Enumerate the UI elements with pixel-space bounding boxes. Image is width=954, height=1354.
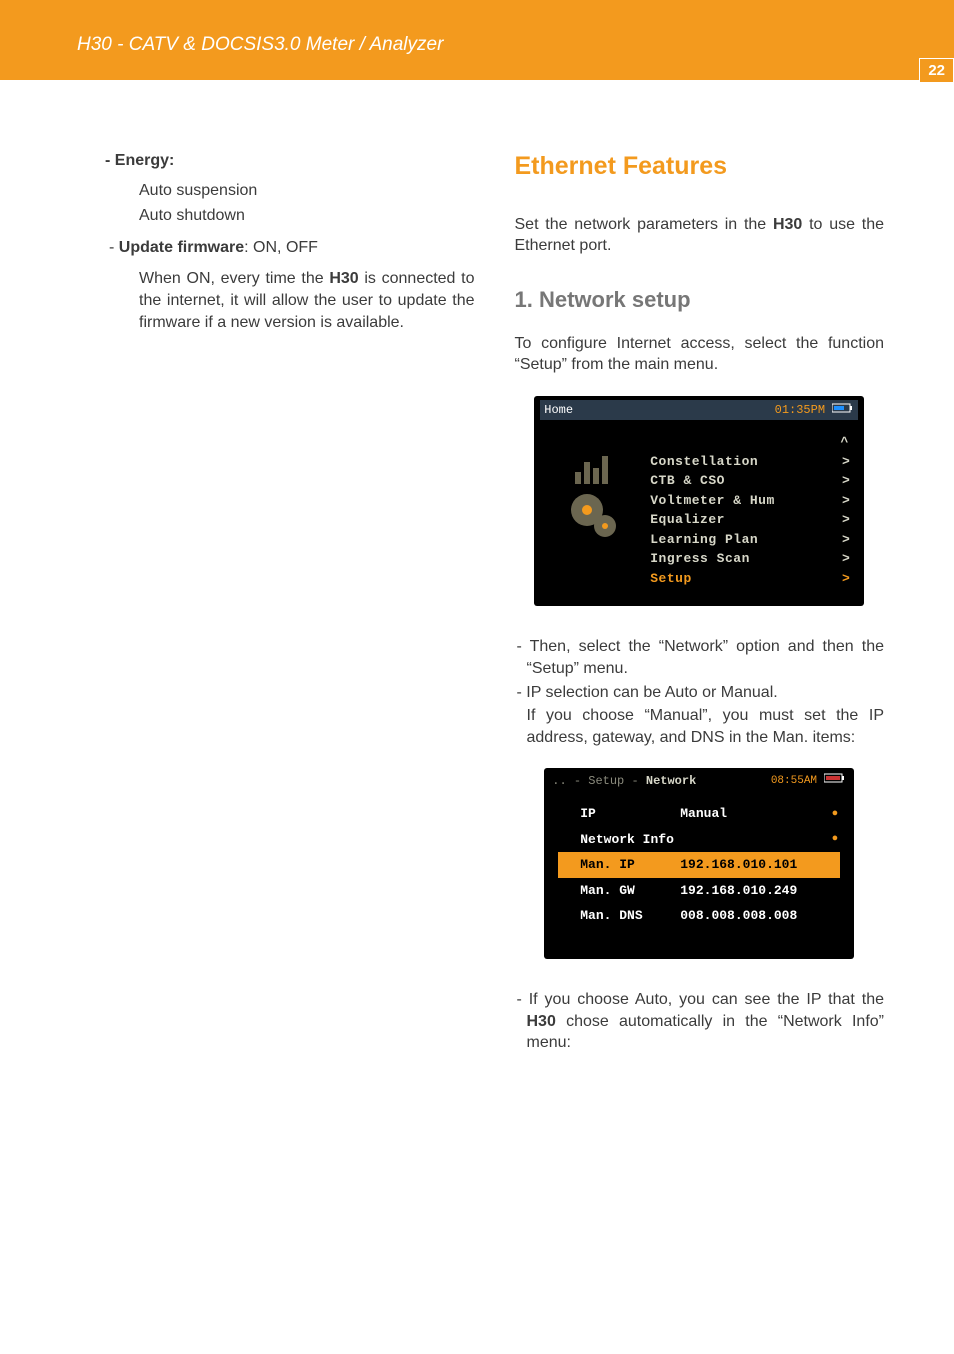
battery-icon xyxy=(832,403,854,413)
intro-bold: H30 xyxy=(773,216,802,233)
selector-dot-icon: ● xyxy=(832,807,839,822)
chevron-right-icon: > xyxy=(842,453,850,471)
status-right: 08:55AM xyxy=(771,772,846,789)
device-screen: Home 01:35PM xyxy=(534,396,864,607)
gear-icon xyxy=(565,488,625,544)
fw-bold: Update firmware xyxy=(119,239,244,256)
fw-desc-bold: H30 xyxy=(329,270,358,287)
setting-label: Man. DNS xyxy=(580,907,680,925)
section-title: Ethernet Features xyxy=(515,150,885,184)
bullet-text: - Then, select the “Network” option and … xyxy=(515,636,885,679)
b3bold: H30 xyxy=(527,1013,556,1030)
breadcrumb-dim: .. - Setup - xyxy=(552,774,646,788)
chevron-right-icon: > xyxy=(842,570,850,588)
header-title: H30 - CATV & DOCSIS3.0 Meter / Analyzer xyxy=(77,34,443,55)
device-menu-item: Voltmeter & Hum > xyxy=(650,491,858,511)
bars-icon xyxy=(571,448,619,488)
device-menu-item: Setup > xyxy=(650,569,858,589)
menu-item-label: Ingress Scan xyxy=(650,550,750,568)
menu-item-label: CTB & CSO xyxy=(650,472,725,490)
device-screenshot-home: Home 01:35PM xyxy=(534,396,864,607)
menu-item-label: Constellation xyxy=(650,453,758,471)
device-status-bar: .. - Setup - Network 08:55AM xyxy=(550,770,848,791)
page-number: 22 xyxy=(919,58,954,83)
setting-label: IP xyxy=(580,805,680,823)
device-screen: .. - Setup - Network 08:55AM IPManual●Ne… xyxy=(544,768,854,959)
energy-heading: - Energy: xyxy=(105,150,475,172)
fw-suffix: : ON, OFF xyxy=(244,239,318,256)
device-status-bar: Home 01:35PM xyxy=(540,400,858,420)
breadcrumb: .. - Setup - Network xyxy=(552,773,696,789)
device-menu-item: Equalizer > xyxy=(650,510,858,530)
content-columns: - Energy: Auto suspension Auto shutdown … xyxy=(0,80,954,1056)
network-setting-row: Man. GW192.168.010.249 xyxy=(550,878,848,904)
energy-item: Auto suspension xyxy=(105,180,475,202)
chevron-right-icon: > xyxy=(842,531,850,549)
device-screenshot-network: .. - Setup - Network 08:55AM IPManual●Ne… xyxy=(544,768,854,959)
menu-item-label: Equalizer xyxy=(650,511,725,529)
device-body: ^ Constellation>CTB & CSO>Voltmeter & Hu… xyxy=(540,420,858,588)
breadcrumb-current: Network xyxy=(646,774,696,788)
subsection-title: 1. Network setup xyxy=(515,285,885,315)
chevron-right-icon: > xyxy=(842,472,850,490)
right-column: Ethernet Features Set the network parame… xyxy=(515,150,885,1056)
b3a: - If you choose Auto, you can see the IP… xyxy=(517,991,885,1008)
menu-item-label: Setup xyxy=(650,570,692,588)
update-firmware-line: - Update firmware: ON, OFF xyxy=(105,237,475,259)
bullet-continuation: If you choose “Manual”, you must set the… xyxy=(515,705,885,748)
setting-value: 008.008.008.008 xyxy=(680,907,820,925)
setting-value: 192.168.010.249 xyxy=(680,882,820,900)
menu-item-label: Voltmeter & Hum xyxy=(650,492,775,510)
setting-label: Man. GW xyxy=(580,882,680,900)
fw-prefix: - xyxy=(109,239,119,256)
chevron-right-icon: > xyxy=(842,511,850,529)
setting-value: Manual xyxy=(680,805,820,823)
device-menu-item: Learning Plan > xyxy=(650,530,858,550)
scroll-up-caret: ^ xyxy=(650,434,858,452)
setting-label: Man. IP xyxy=(580,856,680,874)
setting-value: 192.168.010.101 xyxy=(680,856,820,874)
fw-description: When ON, every time the H30 is connected… xyxy=(105,268,475,333)
fw-desc-a: When ON, every time the xyxy=(139,270,329,287)
device-icons-col xyxy=(540,430,650,588)
device-menu-item: Ingress Scan > xyxy=(650,549,858,569)
device-menu: ^ Constellation>CTB & CSO>Voltmeter & Hu… xyxy=(650,430,858,588)
energy-item: Auto shutdown xyxy=(105,205,475,227)
network-setting-row: Man. DNS008.008.008.008 xyxy=(550,903,848,929)
bullet-text: - If you choose Auto, you can see the IP… xyxy=(515,989,885,1054)
chevron-right-icon: > xyxy=(842,492,850,510)
status-right: 01:35PM xyxy=(775,402,855,418)
menu-item-label: Learning Plan xyxy=(650,531,758,549)
network-setting-row: Network Info ● xyxy=(550,827,848,853)
clock-time: 08:55AM xyxy=(771,775,817,787)
bullet-text: - IP selection can be Auto or Manual. xyxy=(515,682,885,704)
network-setting-row: Man. IP192.168.010.101 xyxy=(558,852,840,878)
intro-a: Set the network parameters in the xyxy=(515,216,773,233)
clock-time: 01:35PM xyxy=(775,403,825,417)
selector-dot-icon: ● xyxy=(832,832,839,847)
b3b: chose automatically in the “Network Info… xyxy=(527,1013,885,1052)
setting-label: Network Info xyxy=(580,831,680,849)
header-bar: H30 - CATV & DOCSIS3.0 Meter / Analyzer xyxy=(0,0,954,80)
battery-icon xyxy=(824,773,846,783)
intro-paragraph: Set the network parameters in the H30 to… xyxy=(515,214,885,257)
network-setting-row: IPManual ● xyxy=(550,801,848,827)
device-menu-item: Constellation > xyxy=(650,452,858,472)
device-menu-item: CTB & CSO > xyxy=(650,471,858,491)
left-column: - Energy: Auto suspension Auto shutdown … xyxy=(105,150,475,1056)
home-label: Home xyxy=(544,402,573,418)
chevron-right-icon: > xyxy=(842,550,850,568)
paragraph: To configure Internet access, select the… xyxy=(515,333,885,376)
